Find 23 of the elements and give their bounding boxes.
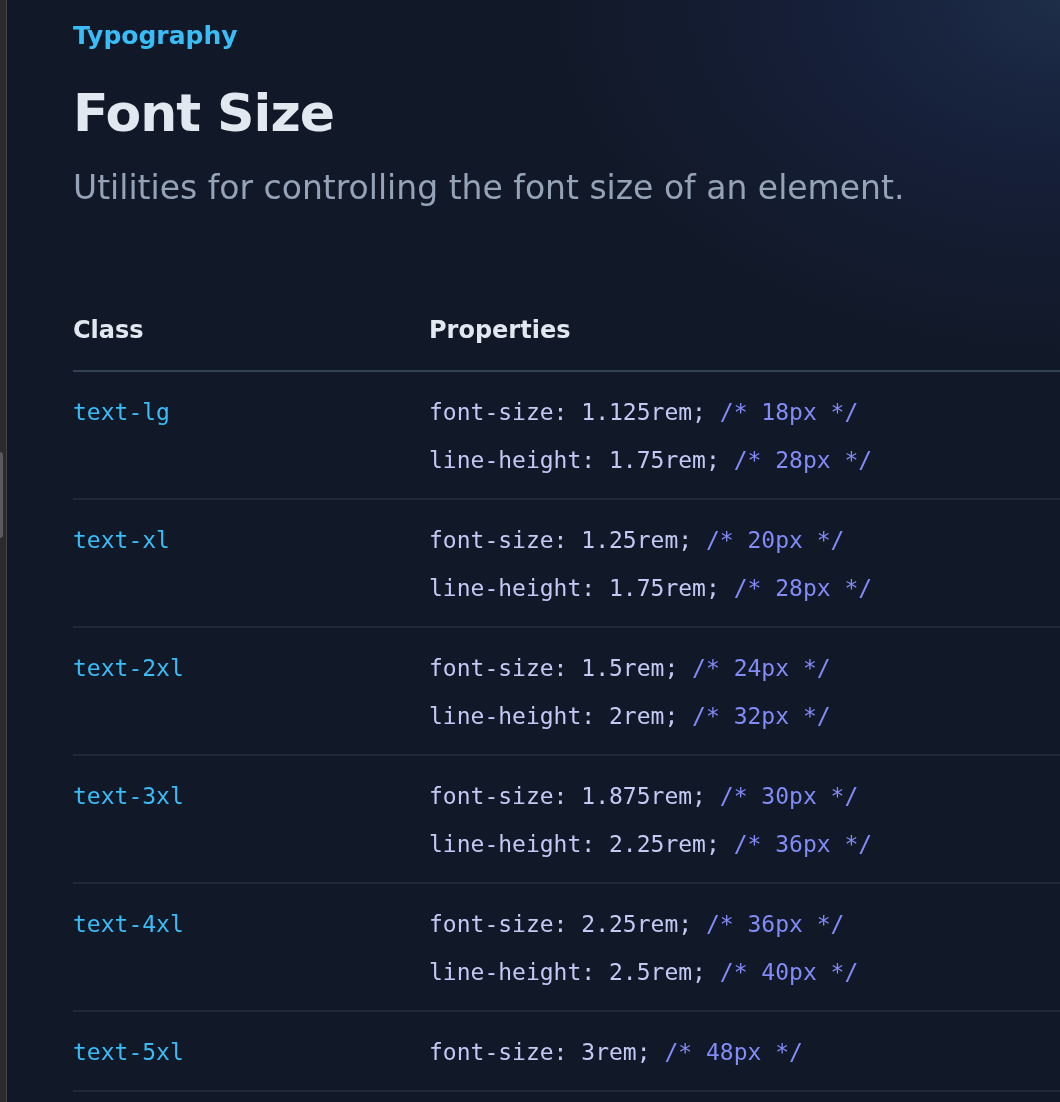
column-header: Properties (429, 316, 571, 344)
class-name: text-3xl (73, 783, 184, 809)
css-declaration: line-height: 1.75rem; /* 28px */ (429, 575, 873, 601)
css-declaration: line-height: 2.25rem; /* 36px */ (429, 831, 873, 857)
css-declaration: line-height: 2rem; /* 32px */ (429, 703, 831, 729)
css-declaration: font-size: 1.25rem; /* 20px */ (429, 527, 846, 553)
page-description: Utilities for controlling the font size of an element. (73, 168, 906, 208)
column-header: Class (73, 316, 144, 344)
css-declaration: font-size: 1.125rem; /* 18px */ (429, 399, 860, 425)
page-title: Font Size (73, 82, 335, 145)
scrollbar-thumb[interactable] (0, 452, 3, 538)
css-declaration: line-height: 2.5rem; /* 40px */ (429, 959, 859, 985)
class-name: text-lg (73, 399, 170, 425)
class-name: text-2xl (73, 655, 184, 681)
section-label: Typography (73, 20, 238, 52)
css-declaration: font-size: 1.5rem; /* 24px */ (429, 655, 831, 681)
css-declaration: font-size: 2.25rem; /* 36px */ (429, 911, 846, 937)
class-name: text-xl (73, 527, 170, 553)
css-declaration: line-height: 1.75rem; /* 28px */ (429, 447, 873, 473)
class-name: text-4xl (73, 911, 184, 937)
class-name: text-5xl (73, 1039, 184, 1065)
css-declaration: font-size: 3rem; /* 48px */ (429, 1039, 803, 1065)
css-declaration: font-size: 1.875rem; /* 30px */ (429, 783, 860, 809)
